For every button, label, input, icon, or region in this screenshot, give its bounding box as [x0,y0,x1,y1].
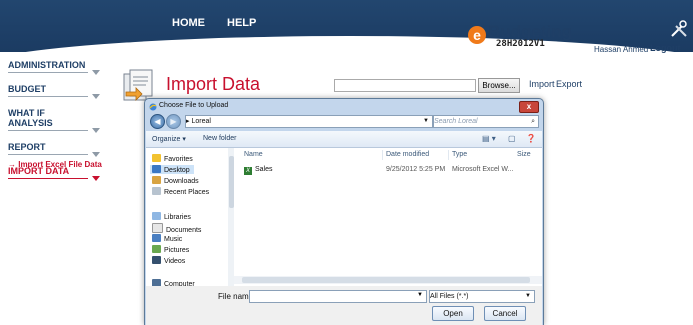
sidebar-item-what-if-analysis[interactable]: WHAT IF ANALYSIS [8,108,100,133]
file-path-input[interactable] [334,79,476,92]
chevron-down-icon [92,70,100,75]
pictures-icon [152,245,161,253]
chevron-down-icon [92,94,100,99]
file-row-sales[interactable]: X Sales [244,166,273,175]
chevron-down-icon[interactable]: ▼ [417,292,423,298]
import-data-icon [123,69,153,101]
nav-help[interactable]: HELP [227,17,256,29]
nav-libraries[interactable]: Libraries [152,212,191,221]
close-button[interactable]: x [519,101,539,113]
column-divider [448,150,449,160]
column-name[interactable]: Name [244,151,263,158]
music-icon [152,234,161,242]
library-icon [152,212,161,220]
column-size[interactable]: Size [517,151,531,158]
sidebar-subitem-import-excel[interactable]: → Import Excel File Data [8,160,102,169]
nav-recent-places[interactable]: Recent Places [152,187,209,196]
address-bar[interactable]: ▸ Loreal ▼ [185,115,433,128]
browser-icon [149,103,157,111]
version-code: 28H2012V1 [496,39,545,49]
file-type-select[interactable]: All Files (*.*) ▼ [429,290,535,303]
file-type-value: All Files (*.*) [430,293,469,300]
desktop-icon [152,165,161,173]
header-bar: HOME HELP e Budgeting 28H2012V1 [0,0,693,52]
chevron-down-icon [92,176,100,181]
organize-button[interactable]: Organize ▾ [152,135,186,143]
document-icon [152,223,163,233]
dialog-toolbar: Organize ▾ New folder ▤ ▾ ▢ ❓ [146,131,542,148]
folder-icon [152,176,161,184]
nav-documents[interactable]: Documents [152,223,201,234]
sidebar-item-report[interactable]: REPORT [8,142,100,157]
cancel-button[interactable]: Cancel [484,306,526,321]
back-arrow-icon[interactable]: ◀ [150,114,165,129]
videos-icon [152,256,161,264]
nav-music[interactable]: Music [152,234,182,243]
excel-file-icon: X [244,167,252,175]
address-path: ▸ Loreal [186,118,211,125]
address-row: ◀ ▶ ▸ Loreal ▼ Search Loreal ⌕ [147,113,541,129]
chevron-down-icon [92,152,100,157]
column-type[interactable]: Type [452,151,467,158]
preview-pane-icon[interactable]: ▢ [508,134,516,143]
file-date: 9/25/2012 5:25 PM [386,166,446,173]
header-swoosh [0,36,693,52]
recent-icon [152,187,161,195]
search-placeholder: Search Loreal [434,118,478,125]
nav-home[interactable]: HOME [172,17,205,29]
open-button[interactable]: Open [432,306,474,321]
file-name-input[interactable]: ▼ [249,290,427,303]
help-icon[interactable]: ❓ [526,134,536,143]
nav-scrollbar-thumb[interactable] [229,156,234,208]
search-input[interactable]: Search Loreal ⌕ [433,115,539,128]
file-browser: Favorites Desktop Downloads Recent Place… [146,148,542,288]
column-divider [382,150,383,160]
nav-downloads[interactable]: Downloads [152,176,199,185]
view-options-icon[interactable]: ▤ ▾ [482,134,496,143]
browse-button[interactable]: Browse... [478,78,520,93]
logo-e-icon: e [468,26,486,44]
dialog-title: Choose File to Upload [159,102,229,109]
chevron-down-icon[interactable]: ▼ [423,116,429,127]
column-date-modified[interactable]: Date modified [386,151,429,158]
import-link[interactable]: Import [529,79,555,89]
sidebar-item-administration[interactable]: ADMINISTRATION [8,60,100,75]
file-upload-dialog: Choose File to Upload x ◀ ▶ ▸ Loreal ▼ Se… [144,98,544,325]
nav-videos[interactable]: Videos [152,256,185,265]
dialog-footer: File name: ▼ All Files (*.*) ▼ Open Cance… [146,286,542,325]
forward-arrow-icon[interactable]: ▶ [166,114,181,129]
horizontal-scrollbar-thumb[interactable] [242,277,530,283]
navigation-pane: Favorites Desktop Downloads Recent Place… [146,148,229,288]
sidebar-menu: ADMINISTRATION BUDGET WHAT IF ANALYSIS R… [8,60,123,190]
chevron-down-icon [92,128,100,133]
sidebar-item-budget[interactable]: BUDGET [8,84,100,99]
file-type: Microsoft Excel W... [452,166,514,173]
export-link[interactable]: Export [556,79,582,89]
nav-favorites[interactable]: Favorites [152,154,193,163]
new-folder-button[interactable]: New folder [203,135,236,142]
chevron-down-icon[interactable]: ▼ [525,291,531,302]
tools-icon[interactable] [670,20,688,38]
page-title: Import Data [166,74,261,94]
search-icon: ⌕ [531,118,535,125]
user-name: Hassan Ahmed [594,45,649,54]
nav-desktop[interactable]: Desktop [150,165,194,174]
nav-pictures[interactable]: Pictures [152,245,189,254]
star-icon [152,154,161,162]
logout-link[interactable]: Logout [650,43,681,53]
